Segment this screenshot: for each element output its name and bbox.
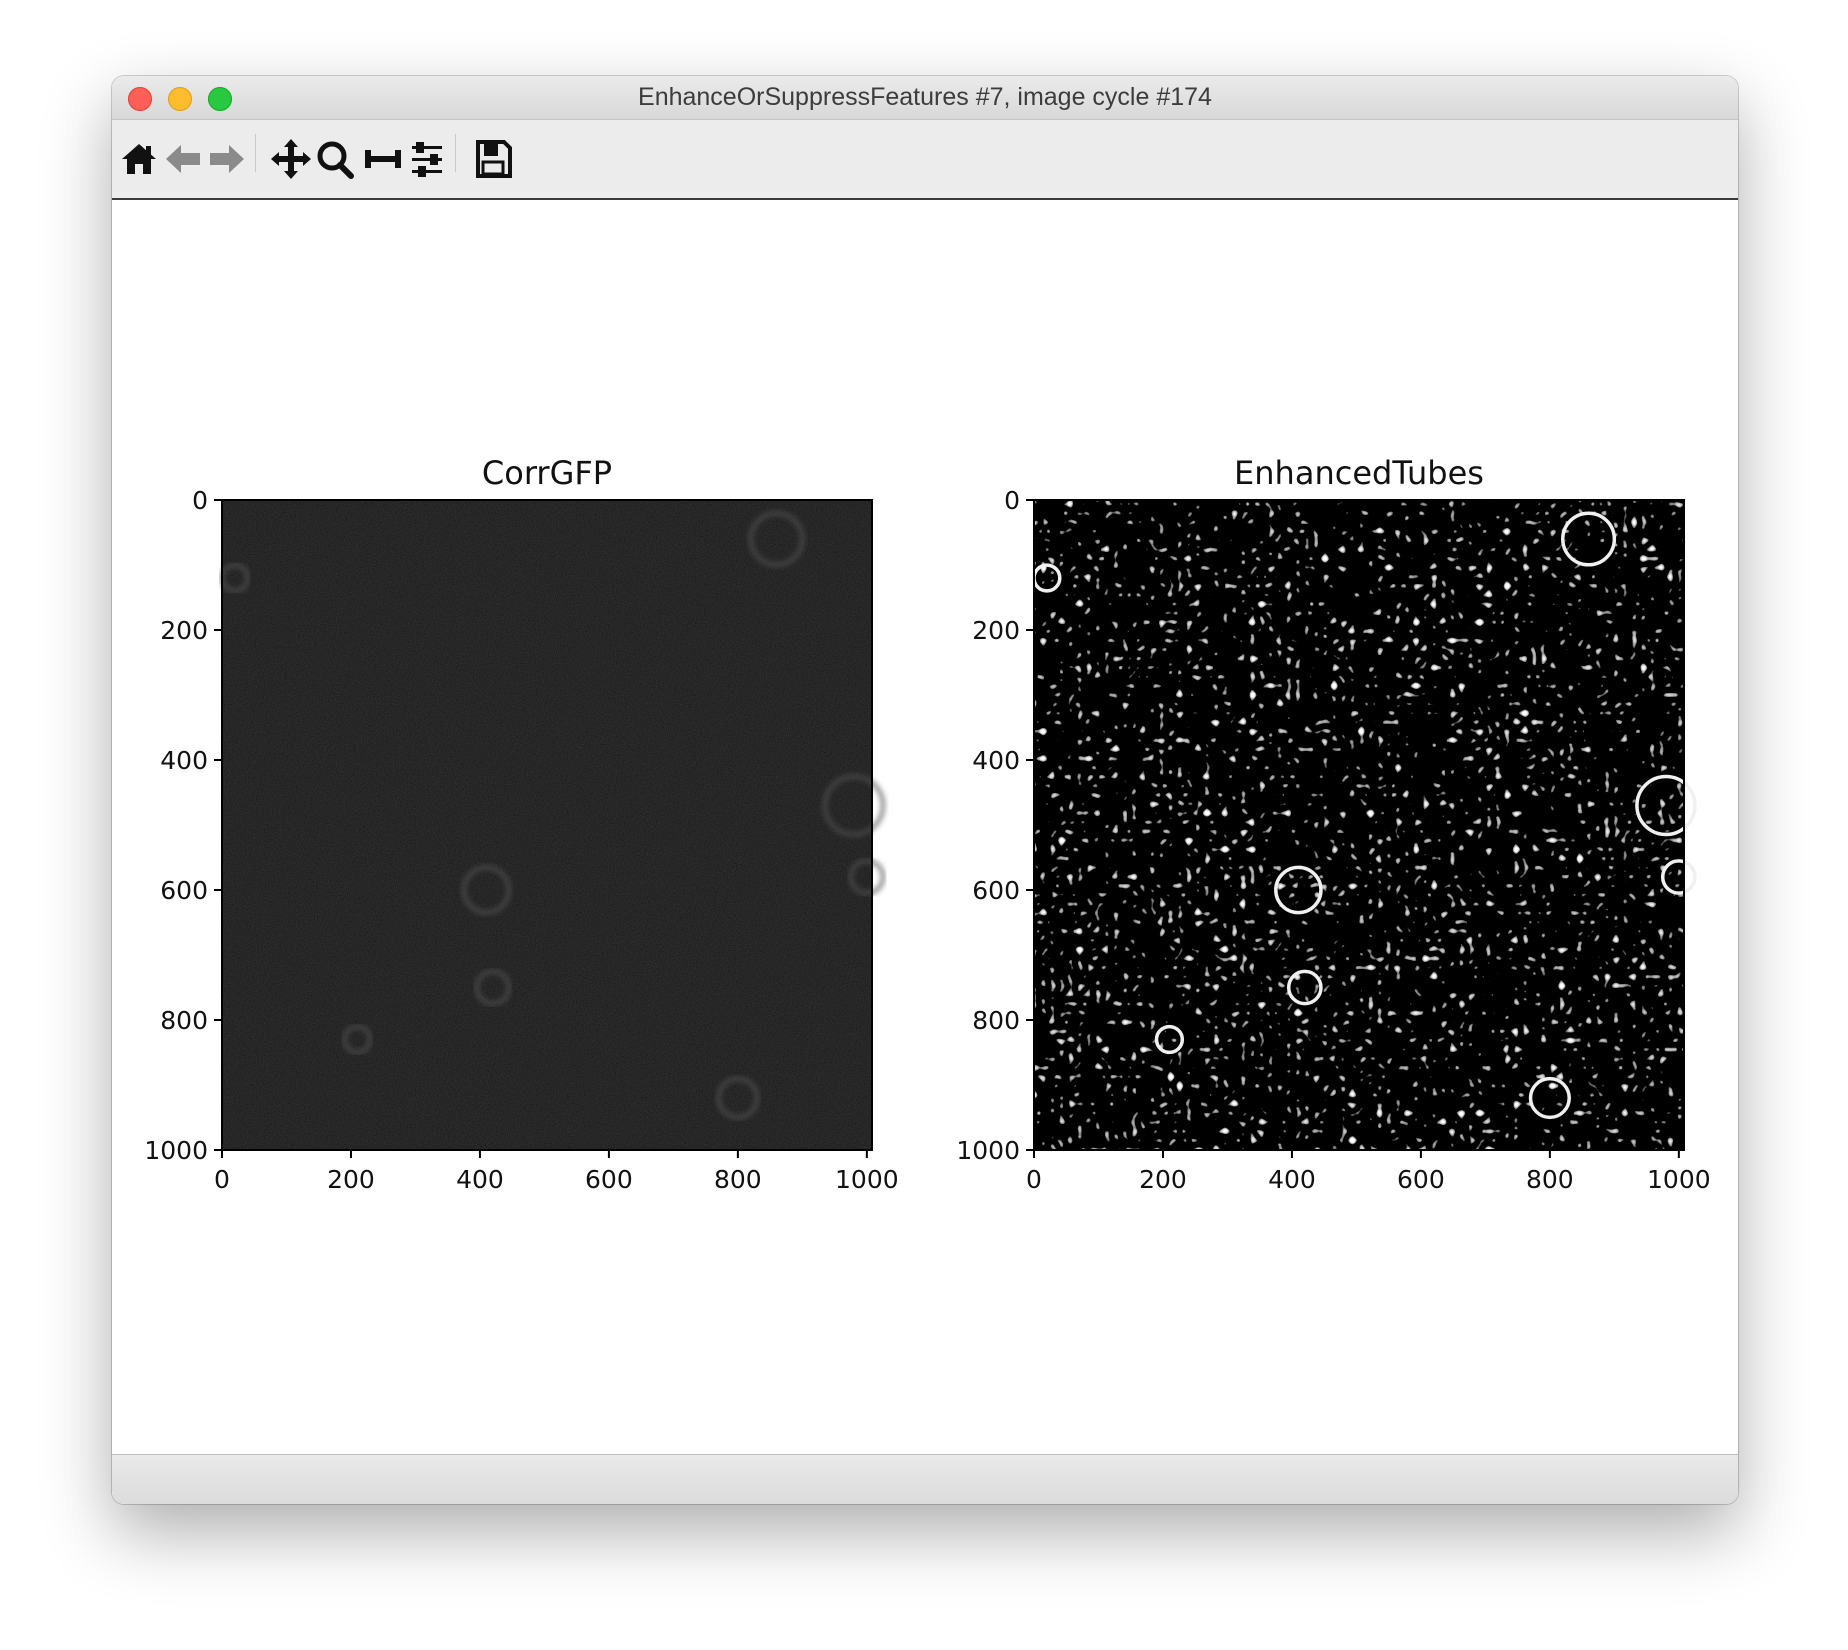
status-bar: [112, 1454, 1738, 1504]
y-tick-label: 0: [192, 486, 208, 515]
y-tick-label: 0: [1004, 486, 1020, 515]
image-pixels: [1034, 500, 1684, 1150]
x-tick-label: 200: [1139, 1165, 1187, 1194]
x-tick-label: 0: [214, 1165, 230, 1194]
x-tick-label: 0: [1026, 1165, 1042, 1194]
navigation-toolbar: [112, 120, 1738, 200]
axes-title: CorrGFP: [482, 454, 612, 492]
figure-canvas[interactable]: CorrGFP 0 200 400 600 800 1000 0 200 400 600 800 100…: [112, 200, 1738, 1504]
title-bar[interactable]: EnhanceOrSuppressFeatures #7, image cycl…: [112, 76, 1738, 120]
x-tick-label: 400: [1268, 1165, 1316, 1194]
x-tick-label: 800: [714, 1165, 762, 1194]
forward-icon: [210, 145, 244, 173]
x-tick-label: 600: [585, 1165, 633, 1194]
subplots-button[interactable]: [362, 138, 404, 180]
axes-title: EnhancedTubes: [1234, 454, 1484, 492]
customize-button[interactable]: [406, 138, 448, 180]
y-tick-label: 200: [160, 616, 208, 645]
zoom-button[interactable]: [314, 138, 356, 180]
forward-button[interactable]: [206, 138, 248, 180]
x-tick-label: 1000: [1647, 1165, 1711, 1194]
x-tick-label: 1000: [835, 1165, 899, 1194]
image-pixels: [222, 500, 872, 1150]
y-tick-label: 600: [160, 876, 208, 905]
y-tick-label: 1000: [144, 1136, 208, 1165]
save-icon: [476, 140, 512, 178]
back-icon: [166, 145, 200, 173]
figure-window: EnhanceOrSuppressFeatures #7, image cycl…: [112, 76, 1738, 1504]
image-panel-1: CorrGFP0 200 400 600 800 10000200400600800100…: [144, 454, 898, 1194]
pan-icon: [271, 139, 311, 179]
pan-button[interactable]: [270, 138, 312, 180]
back-button[interactable]: [162, 138, 204, 180]
y-tick-label: 400: [160, 746, 208, 775]
x-tick-label: 400: [456, 1165, 504, 1194]
toolbar-separator: [255, 134, 256, 172]
y-tick-label: 800: [972, 1006, 1020, 1035]
y-tick-label: 1000: [956, 1136, 1020, 1165]
customize-icon: [412, 142, 442, 177]
subplots-icon: [365, 150, 401, 168]
y-tick-label: 200: [972, 616, 1020, 645]
x-tick-label: 200: [327, 1165, 375, 1194]
x-tick-label: 800: [1526, 1165, 1574, 1194]
y-tick-label: 400: [972, 746, 1020, 775]
toolbar-separator: [455, 134, 456, 172]
figure-plot-area[interactable]: CorrGFP0 200 400 600 800 10000200400600800100…: [112, 200, 1738, 1380]
image-panel-2: EnhancedTubes0 200 400 600 800 10000200400600…: [956, 454, 1710, 1194]
home-icon: [122, 144, 156, 174]
y-tick-label: 800: [160, 1006, 208, 1035]
home-button[interactable]: [118, 138, 160, 180]
zoom-icon: [317, 141, 354, 179]
x-tick-label: 600: [1397, 1165, 1445, 1194]
save-button[interactable]: [472, 138, 514, 180]
y-tick-label: 600: [972, 876, 1020, 905]
window-title: EnhanceOrSuppressFeatures #7, image cycl…: [638, 83, 1212, 111]
